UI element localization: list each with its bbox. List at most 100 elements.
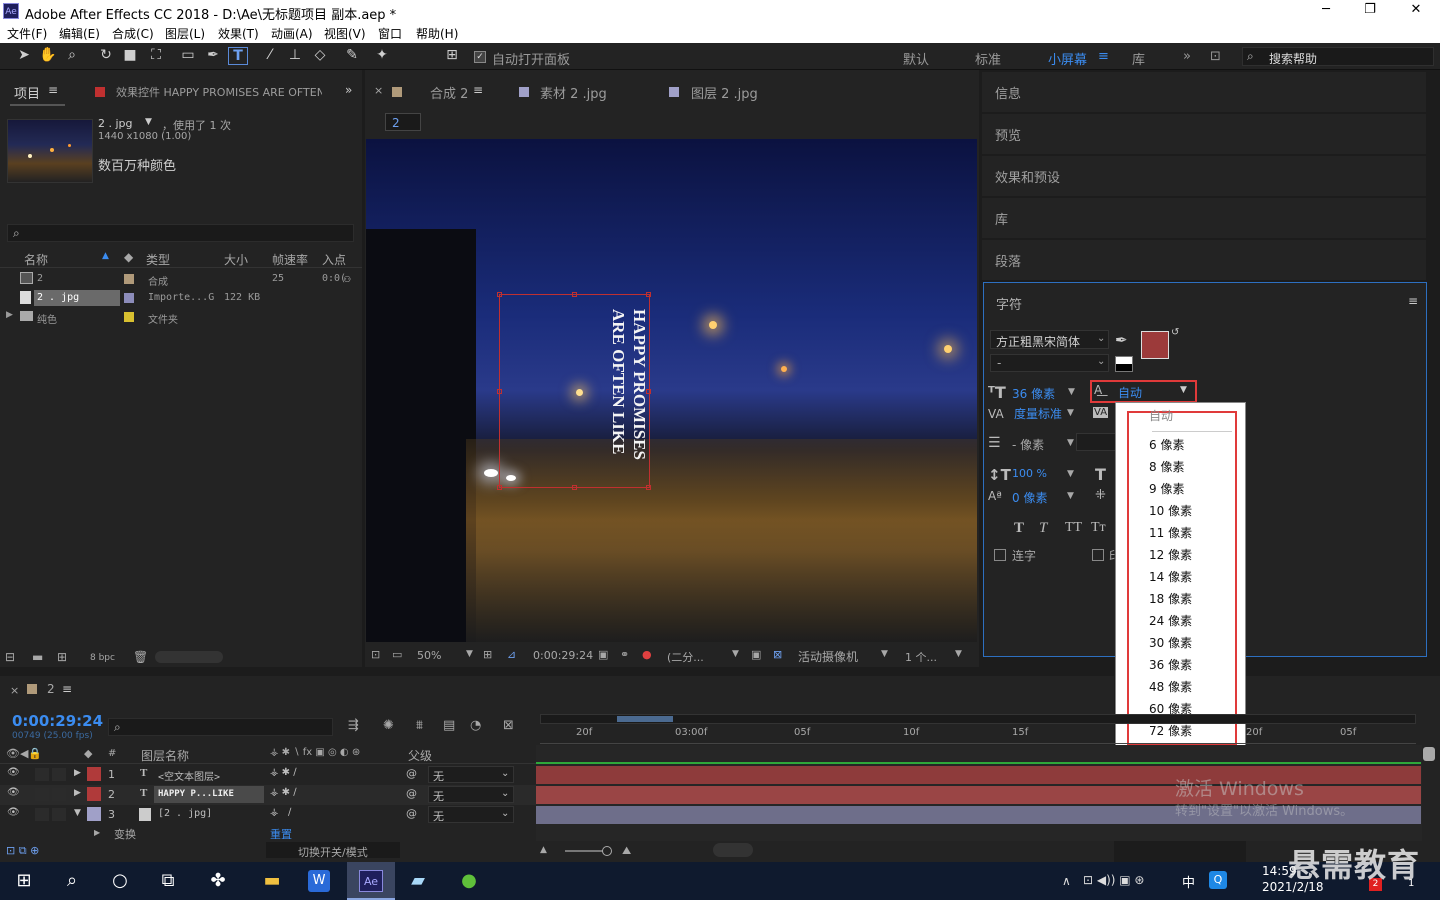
tracking-value[interactable]: - 像素 [1012, 436, 1044, 453]
col-fps[interactable]: 帧速率 [272, 251, 308, 268]
vscale-chevron-down-icon[interactable]: ▼ [1067, 469, 1074, 479]
kerning-chevron-down-icon[interactable]: ▼ [1067, 408, 1074, 418]
menu-help[interactable]: 帮助(H) [416, 25, 458, 42]
timeline-scrollbar[interactable] [1423, 747, 1435, 761]
parent-select[interactable]: 无 ⌄ [428, 786, 514, 803]
start-windows-icon[interactable]: ⊞ [10, 867, 38, 895]
panel-overflow-icon[interactable]: » [345, 83, 352, 97]
leading-option-18[interactable]: 18 像素 [1149, 590, 1192, 607]
black-swatch[interactable] [1115, 356, 1133, 372]
camera-tool-icon[interactable]: ■ [120, 47, 140, 65]
tray-chevron-up-icon[interactable]: ∧ [1062, 874, 1071, 888]
puppet-tool-icon[interactable]: ✦ [372, 47, 392, 65]
comp-flowchart-icon[interactable]: ⇶ [348, 718, 359, 733]
leading-option-14[interactable]: 14 像素 [1149, 568, 1192, 585]
fit-region-icon[interactable]: ⊞ [483, 648, 492, 661]
file-explorer-icon[interactable]: ▬ [258, 867, 286, 895]
leading-option-9[interactable]: 9 像素 [1149, 480, 1184, 497]
parent-pick-whip-icon[interactable]: @ [406, 807, 417, 820]
flowchart-icon[interactable]: ⚇ [344, 272, 351, 285]
brush-tool-icon[interactable]: ⁄ [260, 47, 280, 65]
workspace-small-screen[interactable]: 小屏幕 [1048, 49, 1087, 68]
zoom-out-icon[interactable]: ▲ [540, 845, 547, 855]
work-area-bar[interactable] [540, 714, 1416, 724]
views-chevron-down-icon[interactable]: ▼ [955, 649, 962, 659]
visibility-eye-icon[interactable]: 👁 [7, 787, 20, 798]
font-style-select[interactable]: - ⌄ [990, 354, 1109, 372]
notepad-app-icon[interactable]: ▰ [404, 867, 432, 895]
menu-effect[interactable]: 效果(T) [218, 25, 259, 42]
timeline-menu-icon[interactable]: ≡ [62, 682, 72, 696]
menu-edit[interactable]: 编辑(E) [59, 25, 100, 42]
watermelon-app-icon[interactable]: ● [455, 867, 483, 895]
zoom-slider-thumb[interactable] [602, 846, 612, 856]
delete-icon[interactable]: 🗑 [133, 650, 148, 664]
menu-composition[interactable]: 合成(C) [112, 25, 154, 42]
interpret-footage-icon[interactable]: ⊟ [5, 650, 15, 664]
leading-option-12[interactable]: 12 像素 [1149, 546, 1192, 563]
current-time[interactable]: 0:00:29:24 [12, 712, 103, 730]
timeline-h-scrollbar[interactable] [713, 843, 753, 857]
panel-toggle-icon[interactable]: ⊞ [442, 47, 462, 65]
menu-window[interactable]: 窗口 [378, 25, 402, 42]
project-search-field[interactable]: ⌕ [7, 224, 354, 242]
faux-italic-button[interactable]: T [1039, 520, 1047, 537]
hindi-digits-checkbox[interactable] [1092, 549, 1104, 561]
col-parent[interactable]: 父级 [408, 747, 432, 764]
leading-option-36[interactable]: 36 像素 [1149, 656, 1192, 673]
time-ruler[interactable]: 20f 03:00f 05f 10f 15f 20f 05f [540, 724, 1416, 744]
expand-arrow-icon[interactable]: ▶ [74, 768, 81, 778]
project-scrollbar[interactable] [155, 651, 223, 663]
tab-project[interactable]: 项目 [14, 83, 40, 102]
workspace-menu-icon[interactable]: ≡ [1098, 49, 1109, 64]
leading-option-24[interactable]: 24 像素 [1149, 612, 1192, 629]
mask-vis-icon[interactable]: ⊿ [507, 648, 516, 661]
panel-effects-presets[interactable]: 效果和预设 [995, 167, 1060, 186]
cortana-icon[interactable]: ○ [106, 867, 134, 895]
always-preview-icon[interactable]: ⊡ [371, 648, 380, 661]
expand-arrow-icon[interactable]: ▶ [74, 788, 81, 798]
panel-paragraph[interactable]: 段落 [995, 251, 1021, 270]
leading-option-11[interactable]: 11 像素 [1149, 524, 1192, 541]
qq-tray-icon[interactable]: Q [1209, 871, 1227, 889]
close-button[interactable]: ✕ [1408, 3, 1424, 16]
reset-transform-link[interactable]: 重置 [270, 826, 292, 842]
show-snapshot-icon[interactable]: ⚭ [620, 648, 629, 661]
parent-pick-whip-icon[interactable]: @ [406, 767, 417, 780]
sync-settings-icon[interactable]: ⊡ [1210, 49, 1221, 64]
small-caps-button[interactable]: Tт [1091, 520, 1106, 536]
eraser-tool-icon[interactable]: ◇ [310, 47, 330, 65]
text-layer-bounding-box[interactable]: HAPPY PROMISES ARE OFTEN LIKE [497, 292, 651, 490]
timeline-layer-2[interactable]: 👁 ▶ 2 T HAPPY P...LIKE ⚶ ✱ ∕ @ 无 ⌄ [0, 785, 536, 805]
transform-group[interactable]: 变换 [114, 826, 136, 842]
help-search-input[interactable]: 搜索帮助 [1269, 50, 1317, 67]
fill-color-swatch[interactable] [1141, 331, 1169, 359]
resolution-chevron-down-icon[interactable]: ▼ [732, 649, 739, 659]
tracking-chevron-down-icon[interactable]: ▼ [1067, 438, 1074, 448]
timeline-layer-1[interactable]: 👁 ▶ 1 T <空文本图层> ⚶ ✱ ∕ @ 无 ⌄ [0, 765, 536, 785]
auto-open-checkbox[interactable]: ✓ [474, 51, 486, 63]
baseline-chevron-down-icon[interactable]: ▼ [1067, 491, 1074, 501]
type-tool-icon[interactable]: T [228, 47, 248, 65]
leading-option-auto[interactable]: 自动 [1149, 407, 1173, 424]
tab-layer[interactable]: 图层 2 .jpg [691, 83, 758, 102]
parent-select[interactable]: 无 ⌄ [428, 806, 514, 823]
vertical-scale-value[interactable]: 100 % [1012, 467, 1047, 480]
timeline-close-icon[interactable]: × [10, 684, 19, 697]
eyedropper-icon[interactable]: ✒ [1115, 331, 1128, 349]
minimize-button[interactable]: ─ [1318, 3, 1334, 16]
font-family-select[interactable]: 方正粗黑宋简体 ⌄ [990, 330, 1109, 349]
zoom-tool-icon[interactable]: ⌕ [62, 47, 82, 65]
parent-select[interactable]: 无 ⌄ [428, 766, 514, 783]
current-time-indicator[interactable] [536, 762, 1421, 764]
camera-chevron-down-icon[interactable]: ▼ [881, 649, 888, 659]
swap-colors-icon[interactable]: ↺ [1171, 327, 1179, 338]
col-size[interactable]: 大小 [224, 251, 248, 268]
panel-preview[interactable]: 预览 [995, 125, 1021, 144]
help-search[interactable]: ⌕ 搜索帮助 [1242, 47, 1434, 66]
roi-icon[interactable]: ▣ [751, 648, 761, 661]
menu-file[interactable]: 文件(F) [7, 25, 47, 42]
project-tab-menu-icon[interactable]: ≡ [48, 83, 58, 97]
zoom-select[interactable]: 50% [417, 649, 441, 662]
ligature-checkbox[interactable] [994, 549, 1006, 561]
